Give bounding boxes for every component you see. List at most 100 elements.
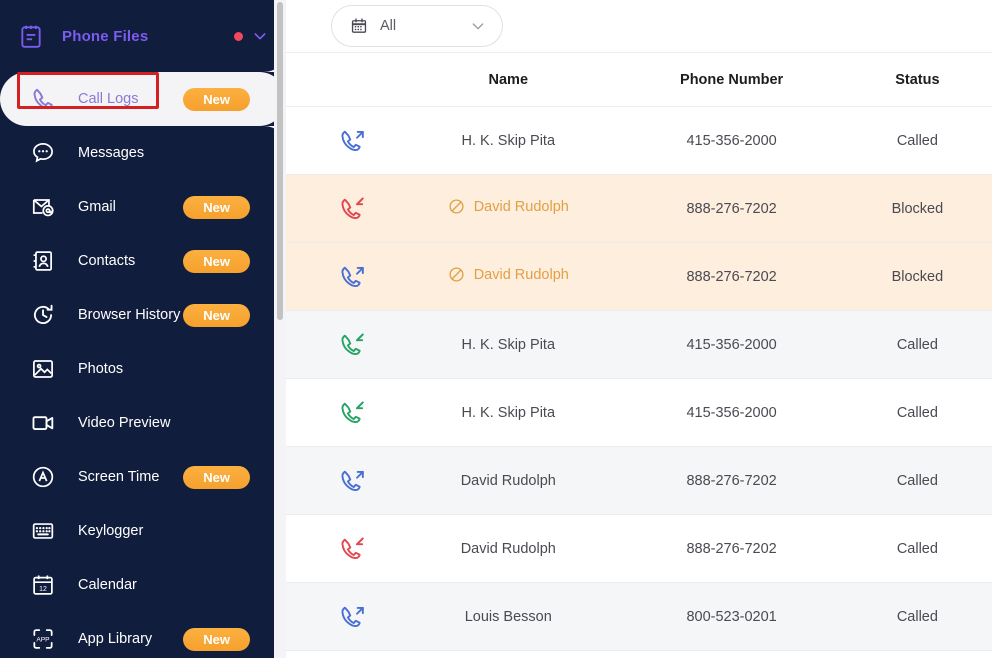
clock-history-icon [30, 302, 56, 328]
phone-number-cell: 888-276-7202 [620, 514, 843, 583]
sidebar-item-browser-history[interactable]: Browser History New [0, 288, 286, 342]
table-row[interactable]: H. K. Skip Pita 415-356-2000 Called [286, 378, 992, 447]
phone-incoming-icon [339, 332, 365, 358]
phone-outgoing-icon [339, 264, 365, 290]
table-row[interactable]: David Rudolph 888-276-7202 Blocked [286, 242, 992, 311]
svg-text:12: 12 [39, 586, 47, 593]
scrollbar-thumb[interactable] [277, 2, 283, 320]
call-direction-cell [286, 446, 397, 515]
app-root: Phone Files Call Logs New Messages Gmail… [0, 0, 992, 658]
contact-name-wrap: David Rudolph [461, 473, 556, 489]
contact-name: David Rudolph [473, 266, 569, 283]
sidebar-item-app-library[interactable]: APP App Library New [0, 612, 286, 658]
phone-number-cell: 415-356-2000 [620, 378, 843, 447]
contact-name: H. K. Skip Pita [461, 132, 556, 149]
call-direction-cell [286, 310, 397, 379]
call-direction-cell [286, 106, 397, 175]
sidebar-item-screen-time[interactable]: Screen Time New [0, 450, 286, 504]
call-direction-cell [286, 582, 397, 651]
contact-name-cell: H. K. Skip Pita [396, 378, 621, 447]
status-cell: Blocked [842, 242, 992, 311]
contact-name-wrap: Louis Besson [465, 609, 552, 625]
contact-name-cell: David Rudolph [396, 174, 621, 243]
contact-name: H. K. Skip Pita [461, 336, 556, 353]
sidebar-header-actions [234, 28, 268, 44]
contact-name: H. K. Skip Pita [461, 404, 556, 421]
phone-incoming-icon [339, 196, 365, 222]
column-header-name: Name [396, 52, 621, 107]
sidebar-item-gmail[interactable]: Gmail New [0, 180, 286, 234]
sidebar-item-keylogger[interactable]: Keylogger [0, 504, 286, 558]
keyboard-icon [30, 518, 56, 544]
sidebar-item-call-logs[interactable]: Call Logs New [0, 50, 286, 148]
table-header: Name Phone Number Status [286, 52, 992, 107]
page-title: Phone Files [62, 27, 149, 45]
status-cell: Called [842, 446, 992, 515]
sidebar-item-label: Contacts [78, 253, 136, 269]
sidebar-item-label: Calendar [78, 577, 137, 593]
sidebar-item-label: Video Preview [78, 415, 171, 431]
status-cell: Called [842, 378, 992, 447]
date-filter-dropdown[interactable]: All [331, 5, 503, 47]
sidebar-item-messages[interactable]: Messages [0, 126, 286, 180]
sidebar-item-photos[interactable]: Photos [0, 342, 286, 396]
svg-text:APP: APP [36, 636, 50, 643]
blocked-icon [448, 266, 465, 283]
badge-new: New [183, 465, 250, 489]
blocked-icon [448, 198, 465, 215]
table-row[interactable]: H. K. Skip Pita 415-356-2000 Called [286, 310, 992, 379]
main-content: All Name Phone Number Status H. K. Skip … [286, 0, 992, 658]
status-cell: Called [842, 514, 992, 583]
contact-card-icon [30, 248, 56, 274]
contact-name-cell: David Rudolph [396, 242, 621, 311]
calendar-12-icon: 12 [30, 572, 56, 598]
chat-bubble-icon [30, 140, 56, 166]
contact-name: Louis Besson [464, 608, 552, 625]
sidebar-nav: Call Logs New Messages Gmail New Contact… [0, 50, 286, 658]
app-library-icon: APP [30, 626, 56, 652]
phone-incoming-icon [339, 536, 365, 562]
phone-number-cell: 415-356-2000 [620, 106, 843, 175]
contact-name: David Rudolph [460, 540, 556, 557]
column-header-phone: Phone Number [620, 52, 843, 107]
contact-name-cell: H. K. Skip Pita [396, 310, 621, 379]
sidebar-item-contacts[interactable]: Contacts New [0, 234, 286, 288]
badge-new: New [183, 303, 250, 327]
sidebar-item-label: App Library [78, 631, 153, 647]
table-row[interactable]: Louis Besson 800-523-0201 Called [286, 582, 992, 651]
table-body: H. K. Skip Pita 415-356-2000 Called David R… [286, 106, 992, 651]
phone-incoming-icon [339, 400, 365, 426]
contact-name: David Rudolph [460, 472, 556, 489]
sidebar-item-calendar[interactable]: 12 Calendar [0, 558, 286, 612]
phone-icon [30, 86, 56, 112]
sidebar-item-label: Messages [78, 145, 145, 161]
sidebar-item-label: Browser History [78, 307, 181, 323]
table-row[interactable]: David Rudolph 888-276-7202 Called [286, 446, 992, 515]
status-cell: Called [842, 106, 992, 175]
status-cell: Called [842, 310, 992, 379]
sidebar-item-label: Gmail [78, 199, 116, 215]
phone-number-cell: 800-523-0201 [620, 582, 843, 651]
chevron-down-icon[interactable] [470, 18, 486, 34]
image-icon [30, 356, 56, 382]
sidebar-item-label: Screen Time [78, 469, 160, 485]
sidebar-item-label: Call Logs [78, 91, 139, 107]
sidebar-scrollbar[interactable] [274, 0, 286, 658]
table-row[interactable]: David Rudolph 888-276-7202 Called [286, 514, 992, 583]
sidebar-item-video-preview[interactable]: Video Preview [0, 396, 286, 450]
call-logs-table: Name Phone Number Status H. K. Skip Pita… [286, 52, 992, 651]
sidebar-item-label: Photos [78, 361, 124, 377]
badge-new: New [183, 87, 250, 111]
status-cell: Called [842, 582, 992, 651]
call-direction-cell [286, 378, 397, 447]
contact-name-wrap: H. K. Skip Pita [462, 133, 555, 149]
table-row[interactable]: David Rudolph 888-276-7202 Blocked [286, 174, 992, 243]
date-filter-value: All [380, 18, 397, 34]
table-header-row: Name Phone Number Status [286, 52, 992, 107]
chevron-down-icon[interactable] [252, 28, 268, 44]
contact-name-wrap: H. K. Skip Pita [462, 405, 555, 421]
table-row[interactable]: H. K. Skip Pita 415-356-2000 Called [286, 106, 992, 175]
contact-name-wrap: David Rudolph [448, 266, 569, 283]
envelope-at-icon [30, 194, 56, 220]
contact-name-cell: H. K. Skip Pita [396, 106, 621, 175]
